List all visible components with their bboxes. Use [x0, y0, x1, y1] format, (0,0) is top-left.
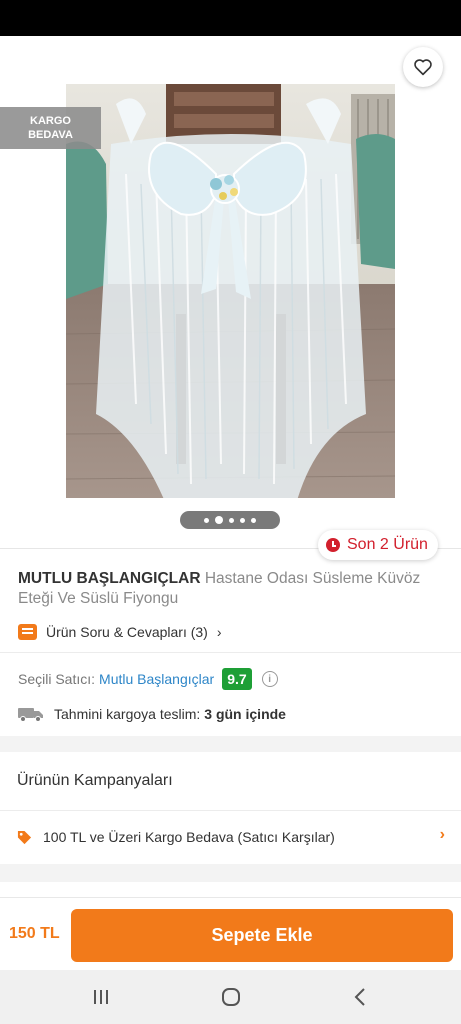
- info-icon[interactable]: i: [261, 671, 278, 687]
- pager-dot[interactable]: [251, 517, 256, 523]
- campaign-label: 100 TL ve Üzeri Kargo Bedava (Satıcı Kar…: [43, 829, 335, 845]
- delivery-estimate: Tahmini kargoya teslim: 3 gün içinde: [18, 703, 286, 725]
- delivery-label: Tahmini kargoya teslim:: [54, 706, 201, 722]
- recent-apps-button[interactable]: [89, 985, 113, 1009]
- product-title: MUTLU BAŞLANGIÇLAR Hastane Odası Süsleme…: [18, 569, 448, 609]
- recent-apps-icon: [94, 990, 108, 1004]
- home-icon: [222, 988, 240, 1006]
- divider: [0, 810, 461, 811]
- image-pager[interactable]: [180, 511, 280, 529]
- chat-bubble-icon: [18, 624, 37, 640]
- product-image-gallery[interactable]: KARGO BEDAVA: [0, 36, 461, 548]
- pager-dot[interactable]: [240, 517, 245, 523]
- free-shipping-badge: KARGO BEDAVA: [0, 107, 101, 149]
- campaign-item[interactable]: 100 TL ve Üzeri Kargo Bedava (Satıcı Kar…: [17, 824, 447, 850]
- home-button[interactable]: [219, 985, 243, 1009]
- clock-icon: [326, 538, 340, 552]
- chevron-right-icon: ›: [439, 826, 445, 843]
- truck-icon: [18, 708, 43, 722]
- questions-answers-link[interactable]: Ürün Soru & Cevapları (3) ›: [18, 622, 222, 642]
- divider: [0, 652, 461, 653]
- arrow-left-icon: [22, 59, 43, 77]
- product-photo[interactable]: [66, 84, 395, 498]
- seller-name-link[interactable]: Mutlu Başlangıçlar: [99, 671, 214, 687]
- purchase-bar: 150 TL Sepete Ekle: [0, 897, 461, 970]
- add-to-cart-button[interactable]: Sepete Ekle: [71, 909, 453, 962]
- qa-label: Ürün Soru & Cevapları (3): [46, 624, 208, 640]
- pager-dot-active[interactable]: [215, 516, 223, 524]
- system-back-button[interactable]: [348, 985, 372, 1009]
- share-button[interactable]: [346, 52, 380, 84]
- pager-dot[interactable]: [229, 517, 234, 523]
- campaigns-card: Ürünün Kampanyaları 100 TL ve Üzeri Karg…: [0, 752, 461, 864]
- system-navigation-bar: [0, 970, 461, 1024]
- campaigns-title: Ürünün Kampanyaları: [17, 772, 173, 789]
- badge-line-2: BEDAVA: [28, 129, 73, 141]
- product-info-card: MUTLU BAŞLANGIÇLAR Hastane Odası Süsleme…: [0, 548, 461, 736]
- product-price: 150 TL: [9, 925, 60, 942]
- product-brand[interactable]: MUTLU BAŞLANGIÇLAR: [18, 570, 201, 587]
- pager-dot[interactable]: [204, 517, 209, 523]
- share-icon: [354, 58, 372, 78]
- status-bar: [0, 0, 461, 36]
- delivery-value: 3 gün içinde: [204, 706, 286, 722]
- product-photo-illustration: [66, 84, 395, 498]
- heart-outline-icon: [414, 59, 432, 76]
- seller-row: Seçili Satıcı: Mutlu Başlangıçlar 9.7 i: [18, 667, 278, 691]
- low-stock-badge: Son 2 Ürün: [318, 530, 438, 560]
- tag-icon: [17, 830, 32, 844]
- chevron-left-icon: [354, 988, 365, 1006]
- seller-score-badge: 9.7: [222, 668, 252, 690]
- seller-label: Seçili Satıcı:: [18, 671, 96, 687]
- chevron-right-icon: ›: [216, 624, 222, 640]
- low-stock-label: Son 2 Ürün: [347, 536, 428, 553]
- back-button[interactable]: [14, 52, 50, 84]
- favorite-button[interactable]: [403, 47, 443, 87]
- badge-line-1: KARGO: [30, 115, 71, 127]
